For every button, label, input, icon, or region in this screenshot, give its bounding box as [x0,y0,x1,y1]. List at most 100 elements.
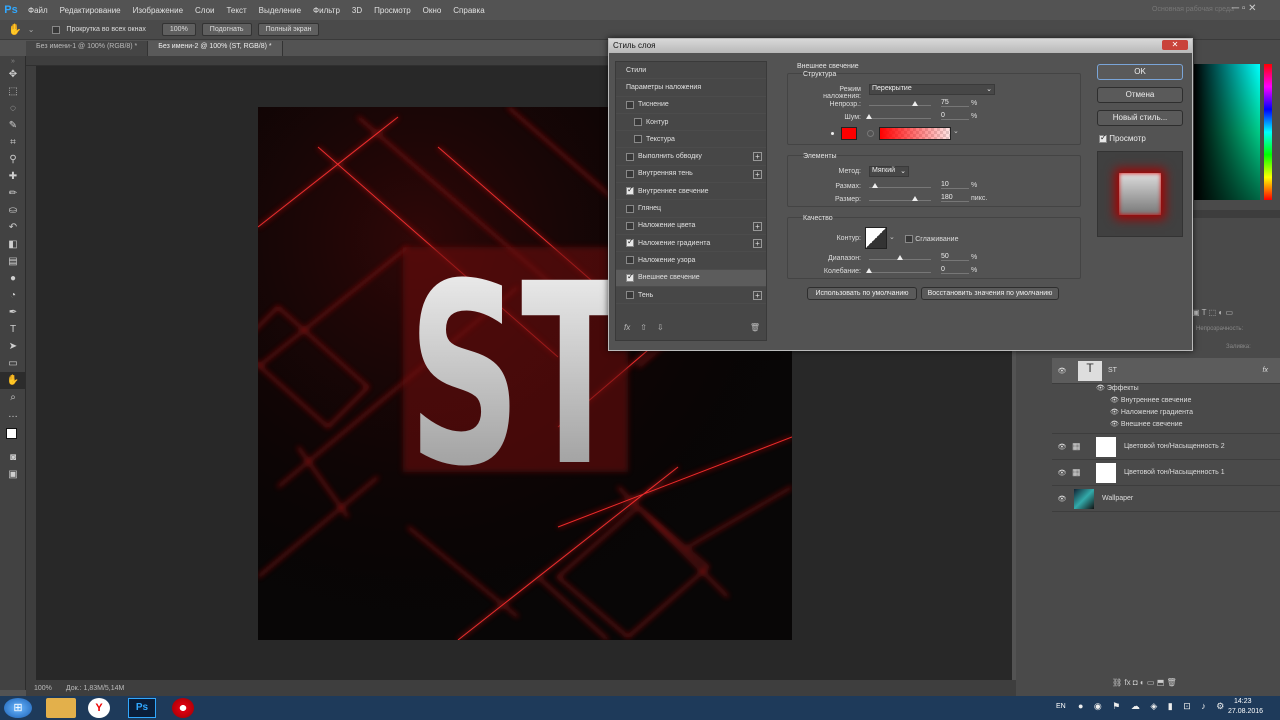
layer-row[interactable]: 👁 Wallpaper [1052,486,1280,512]
layer-name[interactable]: Wallpaper [1102,495,1133,502]
healing-tool-icon[interactable]: ✚ [0,168,26,185]
yandex-browser-icon[interactable]: Y [88,698,110,718]
eye-icon[interactable]: 👁 [1110,397,1121,404]
preview-toggle[interactable]: Просмотр [1099,133,1146,143]
pen-tool-icon[interactable]: ✒ [0,304,26,321]
brush-tool-icon[interactable]: ✏ [0,185,26,202]
foreground-color[interactable] [6,428,17,439]
crop-tool-icon[interactable]: ⌗ [0,134,26,151]
size-thumb[interactable] [912,196,918,201]
stamp-tool-icon[interactable]: ⛀ [0,202,26,219]
tab-document-2[interactable]: Без имени-2 @ 100% (ST, RGB/8) * [148,41,283,56]
menu-layers[interactable]: Слои [189,6,220,15]
eraser-tool-icon[interactable]: ◧ [0,236,26,253]
close-icon[interactable]: ✕ [1162,40,1188,50]
fx-icon[interactable]: fx [624,323,630,332]
method-select[interactable]: Мягкий ⌄ [869,166,909,177]
eye-icon[interactable]: 👁 [1052,469,1072,477]
style-checkbox[interactable] [626,291,634,299]
style-item-stroke[interactable]: Выполнить обводку + [616,148,766,166]
eyedropper-tool-icon[interactable]: ⚲ [0,151,26,168]
noise-input[interactable]: 0 [941,112,969,120]
tray-icons[interactable]: ● ◉ ⚑ ☁ ◈ ▮ ⊡ ♪ ⚙ [1078,701,1228,712]
language-indicator[interactable]: EN [1056,703,1066,710]
chevron-down-icon[interactable]: ⌄ [28,25,35,34]
opacity-thumb[interactable] [912,101,918,106]
jitter-thumb[interactable] [866,268,872,273]
add-icon[interactable]: + [753,221,762,231]
fx-icon[interactable]: fx [1263,367,1268,374]
eye-icon[interactable]: 👁 [1052,443,1072,451]
style-item-inner-glow[interactable]: Внутреннее свечение [616,183,766,201]
glow-color-swatch[interactable] [841,127,857,140]
effect-row[interactable]: 👁 Внешнее свечение [1052,420,1280,434]
fit-screen-button[interactable]: Подогнать [201,23,252,36]
jitter-slider[interactable] [869,272,931,273]
style-item-pattern-overlay[interactable]: Наложение узора [616,252,766,270]
menu-help[interactable]: Справка [447,6,490,15]
layer-name[interactable]: Цветовой тон/Насыщенность 1 [1124,469,1225,476]
eye-icon[interactable]: 👁 [1110,409,1121,416]
style-checkbox[interactable] [626,169,634,178]
style-item-styles[interactable]: Стили [616,62,766,80]
screen-mode-icon[interactable]: ▣ [0,466,26,483]
menu-file[interactable]: Файл [22,6,54,15]
clock-time[interactable]: 14:23 [1234,698,1252,705]
more-tools-icon[interactable]: … [0,406,26,423]
size-input[interactable]: 180 [941,194,969,202]
style-checkbox[interactable] [634,118,642,127]
make-default-button[interactable]: Использовать по умолчанию [807,287,917,300]
dodge-tool-icon[interactable]: ◔ [0,287,26,304]
panel-collapse-icon[interactable]: » [0,56,26,66]
style-checkbox[interactable] [634,135,642,144]
shape-tool-icon[interactable]: ▭ [0,355,26,372]
noise-thumb[interactable] [866,114,872,119]
style-item-bevel[interactable]: Тиснение [616,97,766,114]
menu-view[interactable]: Просмотр [368,6,417,15]
tab-document-1[interactable]: Без имени-1 @ 100% (RGB/8) * [26,41,149,56]
path-select-icon[interactable]: ➤ [0,338,26,355]
style-item-inner-shadow[interactable]: Внутренняя тень + [616,166,766,184]
style-item-gradient-overlay[interactable]: Наложение градиента + [616,235,766,253]
dialog-titlebar[interactable]: Стиль слоя ✕ [609,39,1192,53]
menu-filter[interactable]: Фильтр [307,6,346,15]
menu-edit[interactable]: Редактирование [54,6,127,15]
start-button[interactable]: ⊞ [4,698,32,718]
add-icon[interactable]: + [753,238,762,248]
menu-text[interactable]: Текст [220,6,252,15]
effect-row[interactable]: 👁 Наложение градиента [1052,408,1280,420]
gradient-radio[interactable] [867,130,874,137]
doc-size[interactable]: Док.: 1,83M/5,14M [66,685,124,692]
fullscreen-button[interactable]: Полный экран [257,23,320,36]
blur-tool-icon[interactable]: ● [0,270,26,287]
style-item-outer-glow[interactable]: Внешнее свечение [616,269,766,287]
eye-icon[interactable]: 👁 [1052,495,1072,503]
trash-icon[interactable]: 🗑 [750,323,760,332]
layer-name[interactable]: ST [1108,367,1117,374]
lasso-tool-icon[interactable]: ◌ [0,100,26,117]
spread-thumb[interactable] [872,183,878,188]
opacity-slider[interactable] [869,105,931,106]
style-checkbox[interactable] [626,152,634,161]
style-checkbox[interactable] [626,237,634,248]
range-thumb[interactable] [897,255,903,260]
hue-slider[interactable] [1264,64,1272,200]
layer-row[interactable]: 👁 ▦ Цветовой тон/Насыщенность 1 [1052,460,1280,486]
glow-gradient-swatch[interactable] [879,127,951,140]
layer-row[interactable]: 👁 ▦ Цветовой тон/Насыщенность 2 [1052,434,1280,460]
menu-window[interactable]: Окно [417,6,448,15]
zoom-100-button[interactable]: 100% [161,23,196,36]
scroll-all-checkbox[interactable] [52,25,61,34]
new-style-button[interactable]: Новый стиль... [1097,110,1183,126]
recorder-icon[interactable] [172,698,194,718]
jitter-input[interactable]: 0 [941,266,969,274]
photoshop-taskbar-icon[interactable]: Ps [128,698,156,718]
layer-row[interactable]: 👁 T ST fx [1052,358,1280,384]
style-checkbox[interactable] [626,100,634,109]
arrow-down-icon[interactable]: ⇩ [657,323,664,332]
color-radio[interactable] [829,130,836,137]
style-item-texture[interactable]: Текстура [616,131,766,149]
style-item-contour[interactable]: Контур [616,114,766,132]
marquee-tool-icon[interactable]: ⬚ [0,83,26,100]
quick-mask-icon[interactable]: ◙ [0,449,26,466]
